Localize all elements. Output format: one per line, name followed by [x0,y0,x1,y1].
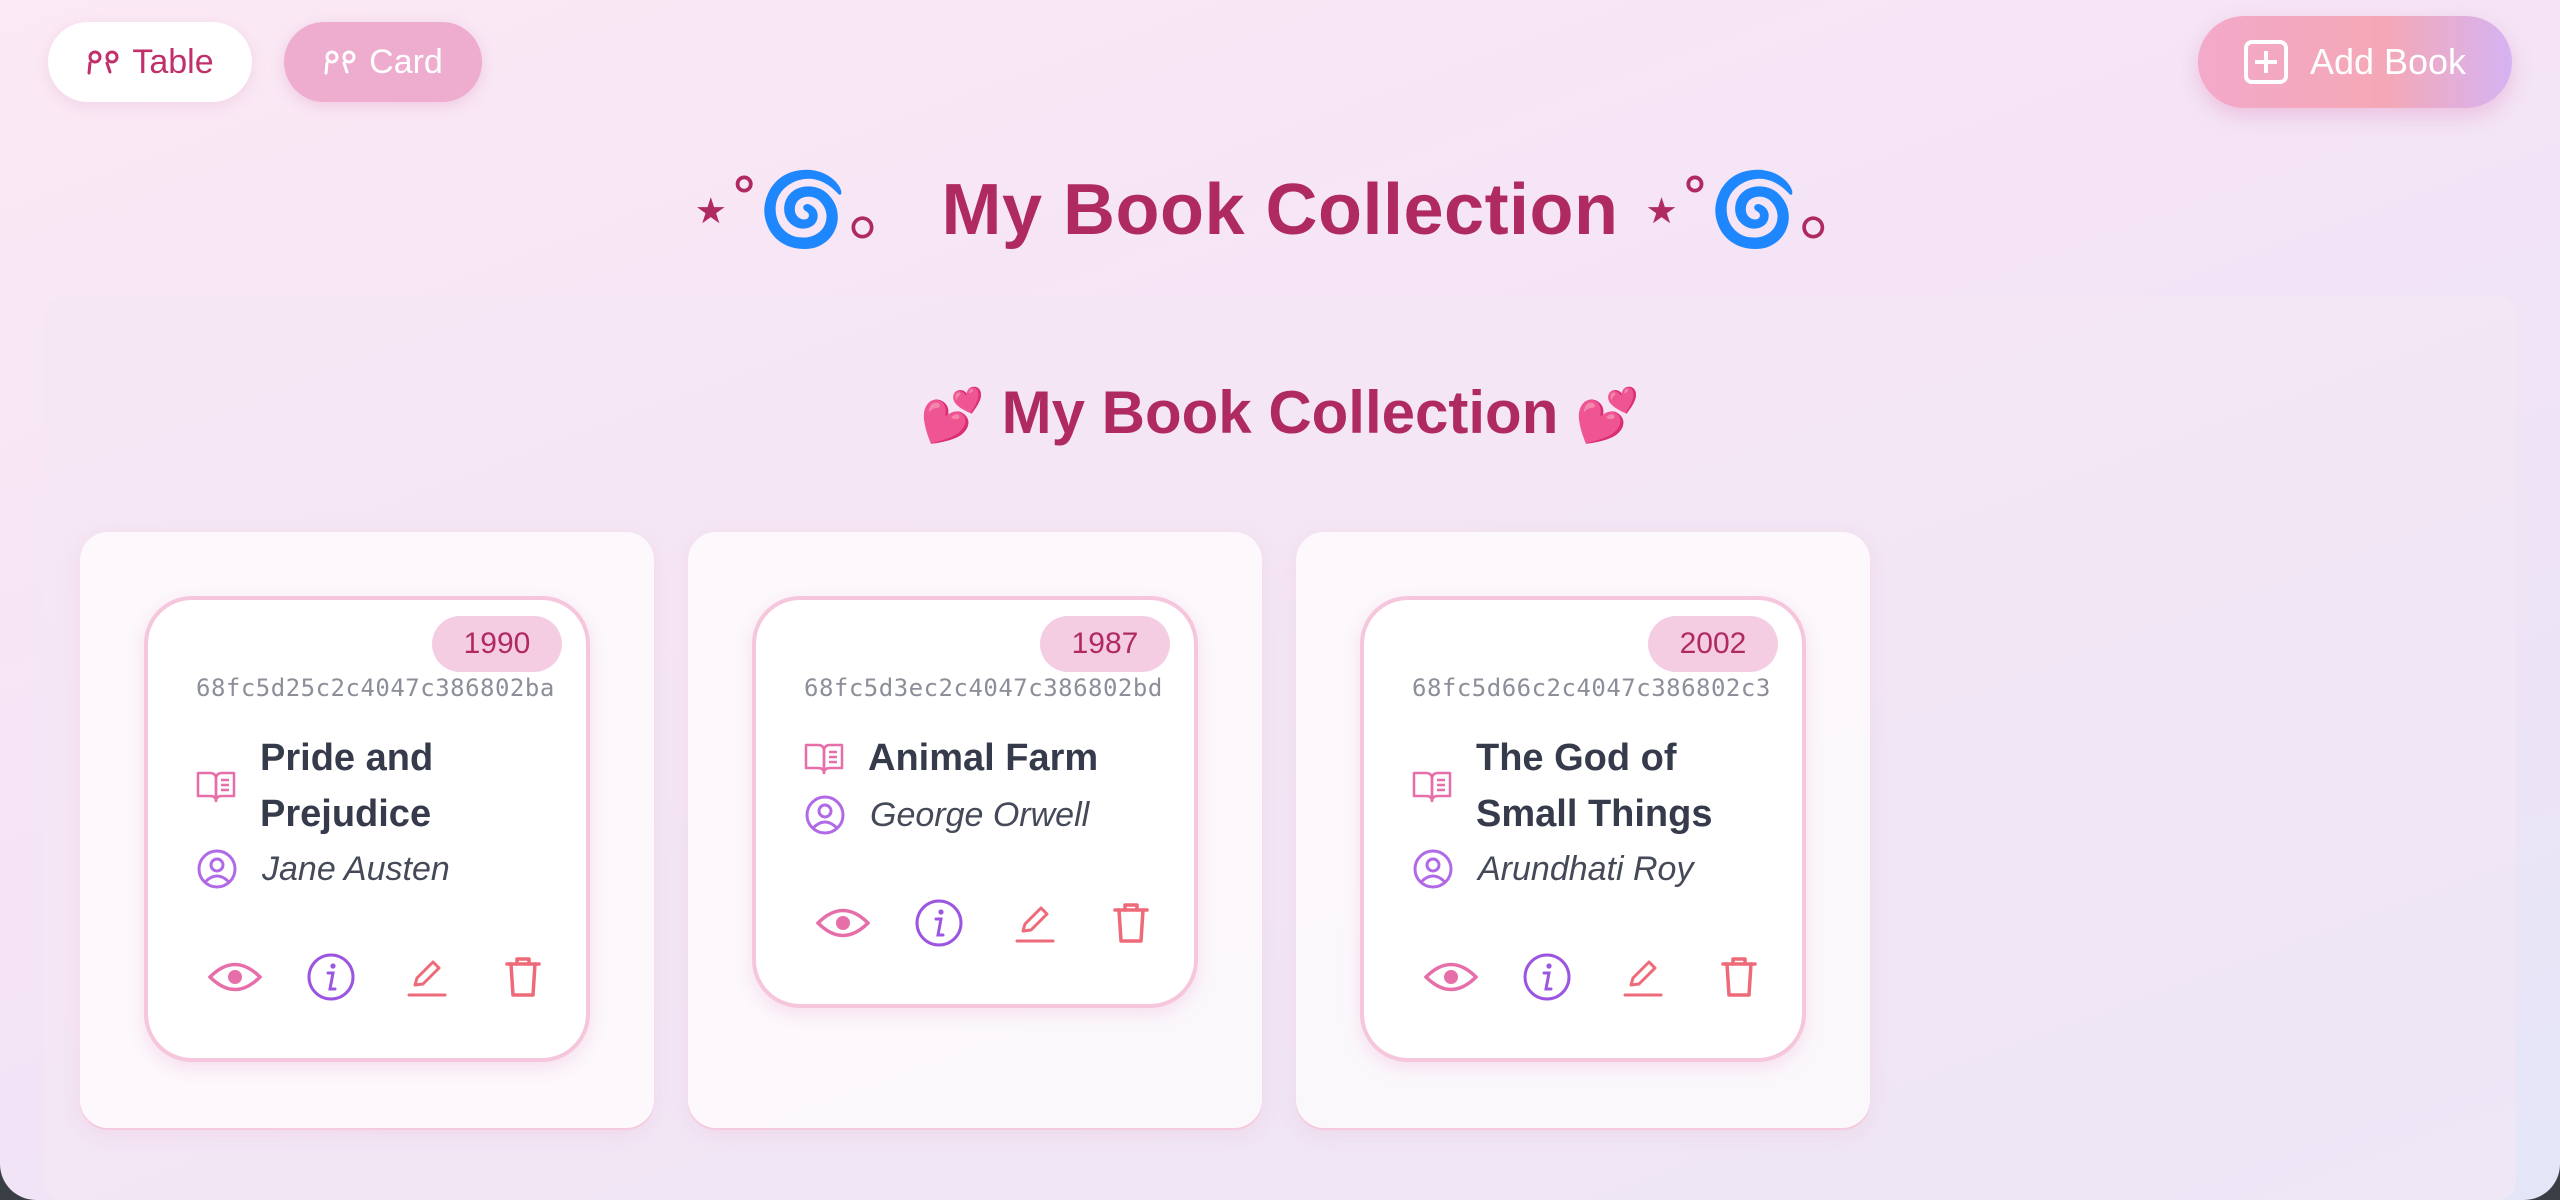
glasses-icon [323,47,359,77]
title-row: Animal Farm [804,730,1170,786]
book-card-inner: 1987 68fc5d3ec2c4047c386802bd Animal Far… [752,596,1198,1008]
book-card-2: 1987 68fc5d3ec2c4047c386802bd Animal Far… [688,532,1262,1128]
edit-pencil-icon[interactable] [1616,950,1670,1004]
card-view-button[interactable]: Card [284,22,482,102]
book-card-inner: 1990 68fc5d25c2c4047c386802ba Pride and … [144,596,590,1062]
author-name: George Orwell [870,795,1090,834]
book-open-icon [196,769,236,803]
hearts-emoji-right: 💕 [1575,387,1640,445]
author-row: Arundhati Roy [1412,848,1693,890]
author-name: Arundhati Roy [1478,849,1694,888]
eye-icon[interactable] [208,950,262,1004]
table-view-button[interactable]: Table [48,22,252,102]
user-circle-icon [196,848,238,890]
card-view-label: Card [369,42,443,81]
hearts-emoji-left: 💕 [920,387,985,445]
edit-pencil-icon[interactable] [1008,896,1062,950]
eye-icon[interactable] [816,896,870,950]
book-open-icon [804,741,844,775]
book-card-inner: 2002 68fc5d66c2c4047c386802c3 The God of… [1360,596,1806,1062]
info-icon[interactable] [912,896,966,950]
book-id: 68fc5d3ec2c4047c386802bd [804,674,1163,702]
page-title-text: My Book Collection [941,170,1619,250]
title-decoration-left: ⋆˚🌀。 [688,170,921,250]
user-circle-icon [1412,848,1454,890]
add-book-button[interactable]: Add Book [2198,16,2512,108]
table-view-label: Table [132,42,214,81]
glasses-icon [86,47,122,77]
title-row: The God of Small Things [1412,730,1778,842]
trash-icon[interactable] [1712,950,1766,1004]
book-card-1: 1990 68fc5d25c2c4047c386802ba Pride and … [80,532,654,1128]
title-decoration-right: ⋆˚🌀。 [1639,170,1872,250]
eye-icon[interactable] [1424,950,1478,1004]
app-window: Table Card Add Book ⋆˚🌀。 My Book Collect… [0,0,2560,1200]
card-actions [208,950,550,1004]
book-title: Pride and Prejudice [260,737,434,835]
author-name: Jane Austen [262,849,450,888]
card-actions [816,896,1158,950]
book-title: The God of Small Things [1476,737,1713,835]
book-id: 68fc5d66c2c4047c386802c3 [1412,674,1771,702]
add-book-label: Add Book [2309,41,2467,82]
page-title: ⋆˚🌀。 My Book Collection ⋆˚🌀。 [0,150,2560,255]
author-row: Jane Austen [196,848,450,890]
trash-icon[interactable] [1104,896,1158,950]
year-badge: 2002 [1648,616,1778,672]
info-icon[interactable] [1520,950,1574,1004]
book-id: 68fc5d25c2c4047c386802ba [196,674,555,702]
book-open-icon [1412,769,1452,803]
info-icon[interactable] [304,950,358,1004]
year-badge: 1987 [1040,616,1170,672]
card-actions [1424,950,1766,1004]
user-circle-icon [804,794,846,836]
trash-icon[interactable] [496,950,550,1004]
year-badge: 1990 [432,616,562,672]
collection-heading: 💕 My Book Collection 💕 [0,378,2560,447]
book-card-3: 2002 68fc5d66c2c4047c386802c3 The God of… [1296,532,1870,1128]
author-row: George Orwell [804,794,1089,836]
title-row: Pride and Prejudice [196,730,562,842]
book-title: Animal Farm [868,737,1099,779]
plus-square-icon [2243,40,2288,84]
collection-heading-text: My Book Collection [1001,379,1559,446]
edit-pencil-icon[interactable] [400,950,454,1004]
